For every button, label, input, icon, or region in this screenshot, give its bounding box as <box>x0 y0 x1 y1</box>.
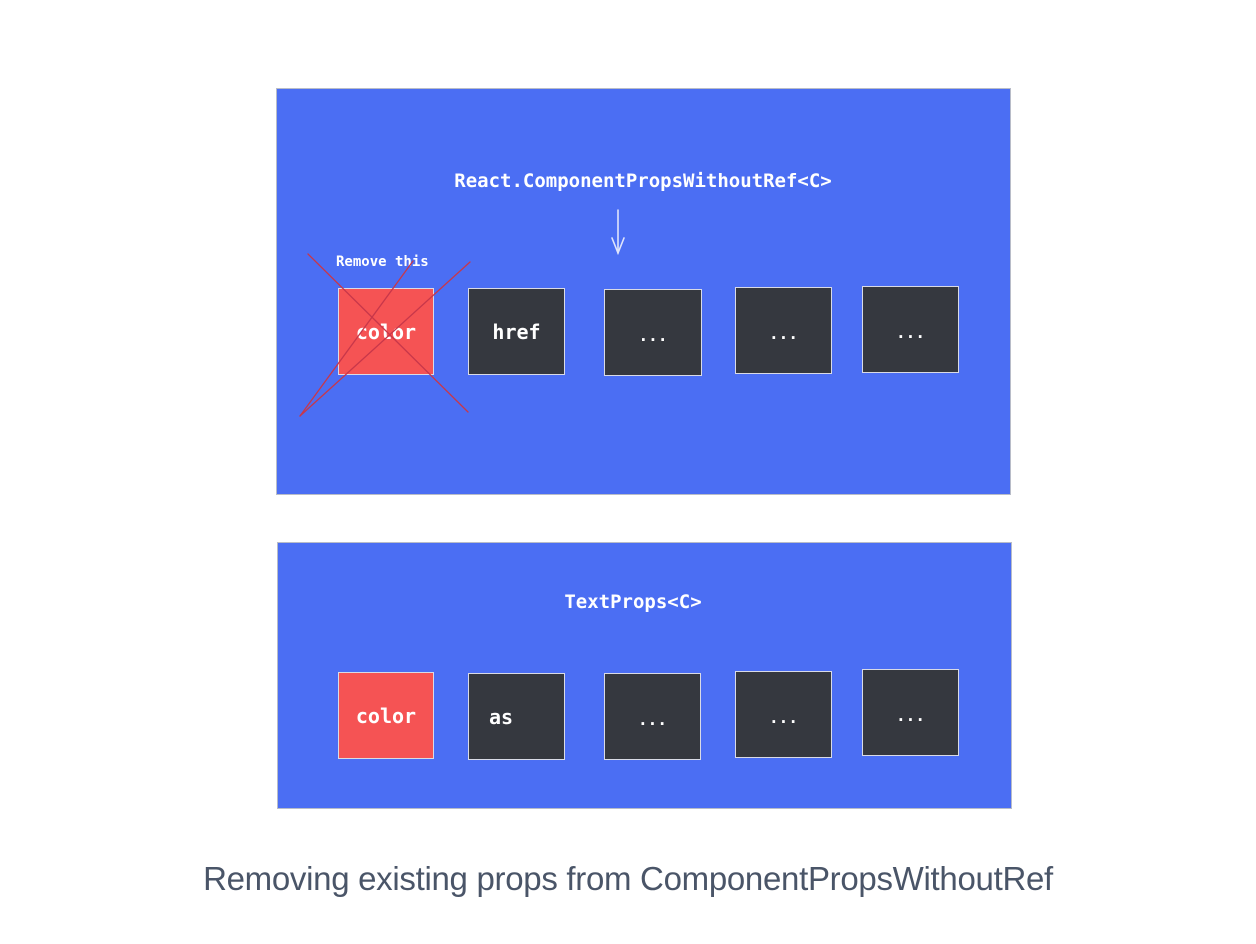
prop-label: ... <box>896 323 925 342</box>
prop-box-ellipsis: ... <box>862 669 959 756</box>
remove-this-annotation: Remove this <box>336 254 429 270</box>
prop-box-as: as <box>468 673 565 760</box>
prop-box-ellipsis: ... <box>604 289 702 376</box>
prop-label: color <box>355 703 417 728</box>
prop-label: ... <box>769 708 798 727</box>
prop-label: as <box>489 704 514 729</box>
prop-label: ... <box>896 706 925 725</box>
prop-box-color-removed: color <box>338 288 434 375</box>
prop-box-color: color <box>338 672 434 759</box>
prop-label: ... <box>769 324 798 343</box>
prop-box-ellipsis: ... <box>735 671 832 758</box>
prop-box-ellipsis: ... <box>735 287 832 374</box>
prop-box-ellipsis: ... <box>604 673 701 760</box>
prop-box-href: href <box>468 288 565 375</box>
prop-label: ... <box>638 710 667 729</box>
prop-label: ... <box>638 326 668 345</box>
prop-label: href <box>492 319 541 344</box>
component-props-title: React.ComponentPropsWithoutRef<C> <box>454 170 832 192</box>
text-props-title: TextProps<C> <box>564 591 702 613</box>
figure-caption: Removing existing props from ComponentPr… <box>203 860 1053 897</box>
prop-label: color <box>355 319 417 344</box>
prop-box-ellipsis: ... <box>862 286 959 373</box>
